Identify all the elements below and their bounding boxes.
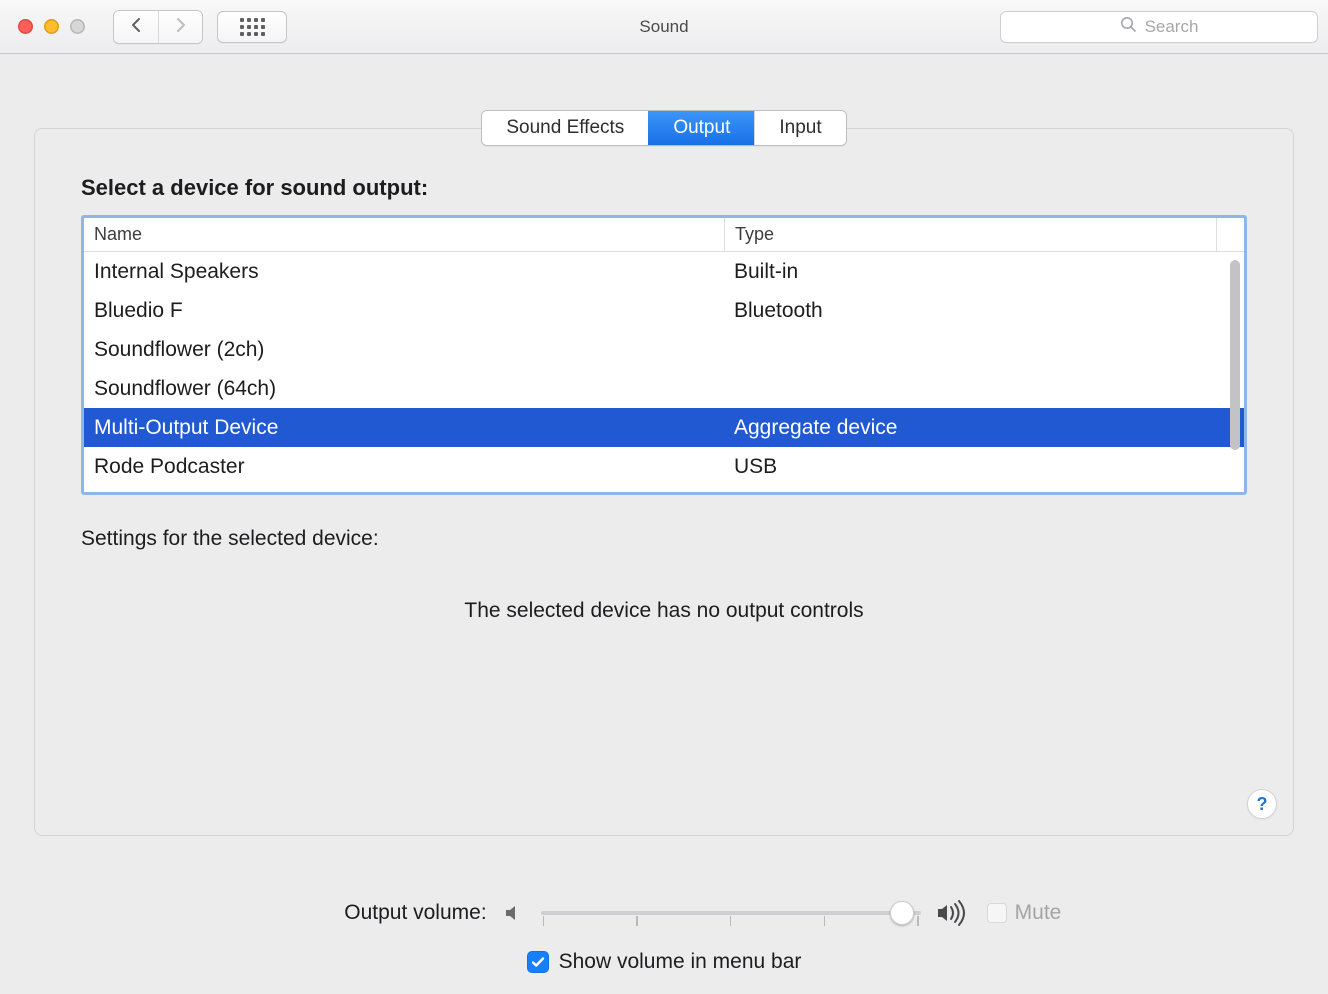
- search-icon: [1120, 16, 1137, 38]
- mute-checkbox[interactable]: [987, 903, 1007, 923]
- select-device-label: Select a device for sound output:: [81, 175, 1247, 201]
- device-type: [724, 330, 1244, 369]
- help-button[interactable]: ?: [1247, 789, 1277, 819]
- device-name: Soundflower (64ch): [84, 369, 724, 408]
- device-type: Aggregate device: [724, 408, 1244, 447]
- back-button[interactable]: [114, 11, 158, 43]
- check-icon: [530, 954, 546, 970]
- no-output-controls-message: The selected device has no output contro…: [81, 599, 1247, 623]
- titlebar: Sound Search: [0, 0, 1328, 54]
- tab-sound-effects[interactable]: Sound Effects: [482, 111, 648, 145]
- device-type: USB: [724, 447, 1244, 486]
- output-volume-label: Output volume:: [267, 901, 487, 925]
- device-row[interactable]: Bluedio FBluetooth: [84, 291, 1244, 330]
- output-panel: Select a device for sound output: Name T…: [34, 128, 1294, 836]
- chevron-left-icon: [130, 17, 142, 36]
- device-row[interactable]: Rode PodcasterUSB: [84, 447, 1244, 486]
- column-gutter: [1216, 218, 1244, 251]
- mute-control: Mute: [987, 901, 1062, 925]
- column-header-name[interactable]: Name: [84, 218, 724, 251]
- show-volume-menubar-label: Show volume in menu bar: [559, 950, 802, 974]
- speaker-low-icon: [503, 902, 525, 924]
- device-table-scrollbar[interactable]: [1228, 258, 1242, 486]
- tab-output[interactable]: Output: [648, 111, 754, 145]
- column-header-type[interactable]: Type: [724, 218, 1216, 251]
- search-placeholder: Search: [1145, 17, 1199, 37]
- zoom-window-button-disabled: [70, 19, 85, 34]
- device-name: Internal Speakers: [84, 252, 724, 291]
- chevron-right-icon: [175, 17, 187, 36]
- device-type: Bluetooth: [724, 291, 1244, 330]
- device-row[interactable]: Soundflower (2ch): [84, 330, 1244, 369]
- device-table-header: Name Type: [84, 218, 1244, 252]
- device-row[interactable]: Internal SpeakersBuilt-in: [84, 252, 1244, 291]
- footer: Output volume: Mute Show volume in men: [0, 898, 1328, 974]
- show-all-preferences-button[interactable]: [217, 11, 287, 43]
- device-table: Name Type Internal SpeakersBuilt-inBlued…: [81, 215, 1247, 495]
- device-row[interactable]: Multi-Output DeviceAggregate device: [84, 408, 1244, 447]
- device-row[interactable]: Soundflower (64ch): [84, 369, 1244, 408]
- device-name: Soundflower (2ch): [84, 330, 724, 369]
- window-controls: [18, 19, 85, 34]
- mute-label: Mute: [1015, 901, 1062, 925]
- output-volume-slider[interactable]: [541, 898, 921, 928]
- nav-back-forward: [113, 10, 203, 44]
- tab-input[interactable]: Input: [754, 111, 845, 145]
- settings-for-device-label: Settings for the selected device:: [81, 527, 1247, 551]
- apps-grid-icon: [240, 18, 265, 36]
- close-window-button[interactable]: [18, 19, 33, 34]
- device-name: Rode Podcaster: [84, 447, 724, 486]
- tab-bar: Sound Effects Output Input: [481, 110, 846, 146]
- forward-button[interactable]: [158, 11, 202, 43]
- device-name: Multi-Output Device: [84, 408, 724, 447]
- speaker-high-icon: [937, 900, 971, 926]
- search-field[interactable]: Search: [1000, 11, 1318, 43]
- minimize-window-button[interactable]: [44, 19, 59, 34]
- show-volume-menubar-checkbox[interactable]: [527, 951, 549, 973]
- device-name: Bluedio F: [84, 291, 724, 330]
- device-type: Built-in: [724, 252, 1244, 291]
- preferences-body: Sound Effects Output Input Select a devi…: [0, 54, 1328, 994]
- device-type: [724, 369, 1244, 408]
- help-icon: ?: [1257, 794, 1268, 815]
